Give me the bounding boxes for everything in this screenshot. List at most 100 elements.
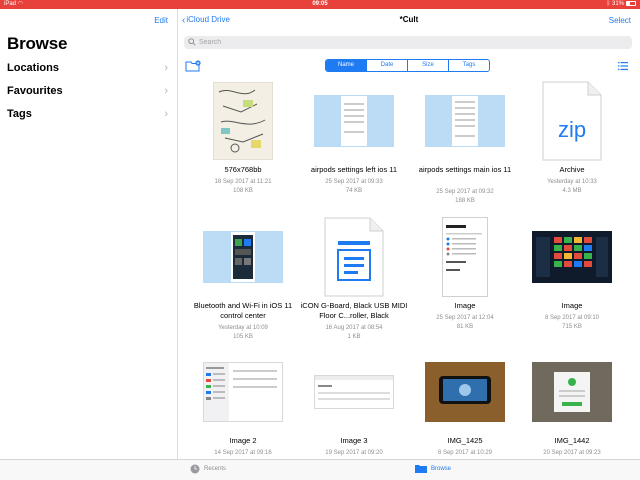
file-thumbnail <box>188 352 298 432</box>
file-date: 19 Sep 2017 at 09:20 <box>325 450 383 456</box>
battery-status: ᛒ 31% <box>607 0 636 9</box>
file-tile[interactable]: Bluetooth and Wi-Fi in iOS 11 control ce… <box>188 217 298 347</box>
edit-button[interactable]: Edit <box>154 16 168 25</box>
tab-label: Browse <box>431 465 452 472</box>
search-input[interactable] <box>199 36 619 49</box>
file-thumbnail <box>410 352 520 432</box>
sort-segmented-control: Name Date Size Tags <box>325 59 490 72</box>
file-date: 16 Aug 2017 at 08:54 <box>325 325 383 331</box>
file-date: Yesterday at 10:33 <box>547 179 597 185</box>
file-tile[interactable]: airpods settings left ios 11 25 Sep 2017… <box>299 81 409 211</box>
status-time: 09:05 <box>312 1 328 7</box>
back-button[interactable]: ‹iCloud Drive <box>182 15 230 26</box>
file-thumbnail <box>517 352 627 432</box>
list-view-icon[interactable] <box>618 62 628 70</box>
image-thumbnail <box>532 362 612 422</box>
file-size: 1 KB <box>347 334 361 340</box>
image-thumbnail <box>203 231 283 283</box>
tab-label: Recents <box>204 466 227 472</box>
file-thumbnail <box>410 217 520 297</box>
sidebar-title: Browse <box>7 34 68 53</box>
file-name: airpods settings main ios 11 <box>418 165 512 174</box>
bluetooth-icon: ᛒ <box>606 1 611 7</box>
file-size: 105 KB <box>233 334 253 340</box>
file-name: Archive <box>559 165 585 174</box>
chevron-right-icon: › <box>164 85 168 97</box>
search-icon <box>188 38 196 46</box>
image-thumbnail <box>203 362 283 422</box>
sidebar-item-label: Locations <box>7 62 59 74</box>
image-thumbnail <box>532 231 612 283</box>
file-name: iCON G-Board, Black USB MIDI Floor C...r… <box>300 301 408 320</box>
file-name: 576x768bb <box>224 165 262 174</box>
file-tile[interactable]: Image 8 Sep 2017 at 09:10 715 KB <box>517 217 627 347</box>
file-name: Image 2 <box>229 436 257 445</box>
file-date: Yesterday at 10:09 <box>218 325 268 331</box>
file-size: 715 KB <box>562 324 582 330</box>
new-folder-icon[interactable] <box>185 60 201 72</box>
image-thumbnail <box>213 82 273 160</box>
file-name: airpods settings left ios 11 <box>310 165 398 174</box>
file-thumbnail <box>188 217 298 297</box>
sort-size-tab[interactable]: Size <box>407 60 448 71</box>
file-thumbnail <box>299 81 409 161</box>
file-tile[interactable]: Image 25 Sep 2017 at 12:04 81 KB <box>410 217 520 347</box>
sidebar-item-locations[interactable]: Locations › <box>7 62 172 78</box>
file-browser: ‹iCloud Drive *Cult Select Name Date Siz… <box>178 9 640 459</box>
file-size: 81 KB <box>456 324 474 330</box>
file-name: Image <box>561 301 583 310</box>
file-thumbnail <box>517 217 627 297</box>
chevron-right-icon: › <box>164 108 168 120</box>
file-name: Bluetooth and Wi-Fi in iOS 11 control ce… <box>193 301 293 320</box>
folder-title: *Cult <box>399 15 419 24</box>
file-date: 20 Sep 2017 at 09:23 <box>543 450 601 456</box>
file-name: IMG_1442 <box>554 436 590 445</box>
sidebar-item-favourites[interactable]: Favourites › <box>7 85 172 101</box>
chevron-right-icon: › <box>164 62 168 74</box>
sort-name-tab[interactable]: Name <box>326 60 366 71</box>
file-date: 8 Sep 2017 at 10:29 <box>437 450 493 456</box>
file-name: IMG_1425 <box>447 436 483 445</box>
file-date: 25 Sep 2017 at 12:04 <box>436 315 494 321</box>
file-size: 108 KB <box>233 188 253 194</box>
file-date: 25 Sep 2017 at 09:33 <box>325 179 383 185</box>
folder-icon <box>415 465 427 473</box>
file-tile[interactable]: iCON G-Board, Black USB MIDI Floor C...r… <box>299 217 409 347</box>
battery-icon <box>626 0 636 6</box>
file-size: 188 KB <box>455 198 475 204</box>
image-thumbnail <box>425 95 505 147</box>
file-tile[interactable]: airpods settings main ios 11 25 Sep 2017… <box>410 81 520 211</box>
sidebar-item-label: Favourites <box>7 85 63 97</box>
document-icon <box>324 217 384 297</box>
file-name: Image <box>454 301 476 310</box>
file-size: 4.3 MB <box>562 188 582 194</box>
file-date: 18 Sep 2017 at 11:21 <box>214 179 272 185</box>
file-name: Image 3 <box>340 436 368 445</box>
file-date: 14 Sep 2017 at 09:16 <box>214 450 272 456</box>
image-thumbnail <box>442 217 488 297</box>
tab-recents[interactable]: Recents <box>190 464 226 474</box>
sort-tags-tab[interactable]: Tags <box>448 60 489 71</box>
file-tile[interactable]: zip Archive Yesterday at 10:33 4.3 MB <box>517 81 627 211</box>
select-button[interactable]: Select <box>609 16 631 25</box>
file-size: 74 KB <box>345 188 363 194</box>
sidebar-item-tags[interactable]: Tags › <box>7 108 172 124</box>
image-thumbnail <box>425 362 505 422</box>
tab-browse[interactable]: Browse <box>415 464 451 473</box>
file-thumbnail <box>188 81 298 161</box>
tab-bar: Recents Browse <box>0 459 640 480</box>
file-date: 25 Sep 2017 at 09:32 <box>436 189 494 195</box>
file-thumbnail <box>299 352 409 432</box>
sidebar: Edit Browse Locations › Favourites › Tag… <box>0 9 178 459</box>
image-thumbnail <box>314 95 394 147</box>
sort-date-tab[interactable]: Date <box>366 60 407 71</box>
sidebar-item-label: Tags <box>7 108 32 120</box>
search-bar <box>184 36 632 49</box>
file-date: 8 Sep 2017 at 09:10 <box>544 315 600 321</box>
file-thumbnail <box>299 217 409 297</box>
clock-icon <box>190 464 200 474</box>
file-tile[interactable]: 576x768bb 18 Sep 2017 at 11:21 108 KB <box>188 81 298 211</box>
image-thumbnail <box>314 375 394 409</box>
status-bar: iPad ◠ 09:05 ᛒ 31% <box>0 0 640 9</box>
chevron-left-icon: ‹ <box>182 15 186 26</box>
